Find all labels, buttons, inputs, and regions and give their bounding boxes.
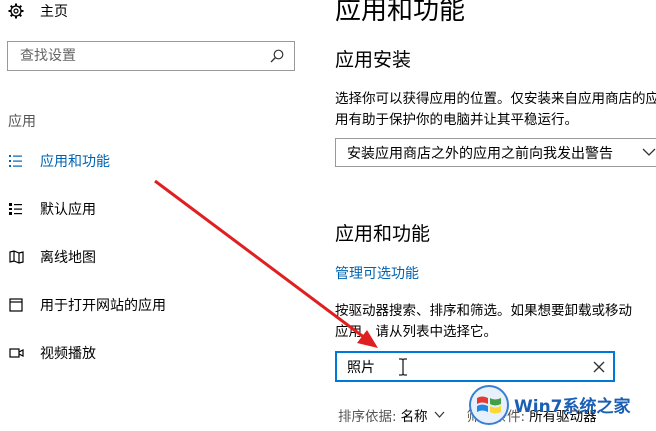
sort-dropdown[interactable]: 名称 bbox=[401, 405, 428, 425]
manage-optional-features-link[interactable]: 管理可选功能 bbox=[335, 263, 419, 283]
chevron-down-icon[interactable] bbox=[434, 411, 445, 419]
settings-search-box[interactable] bbox=[7, 41, 295, 71]
gear-icon bbox=[8, 3, 24, 19]
search-description-line1: 按驱动器搜索、排序和筛选。如果想要卸载或移动 bbox=[335, 303, 632, 319]
text-cursor-icon bbox=[399, 358, 407, 376]
sort-label: 排序依据: bbox=[338, 409, 397, 425]
list-icon bbox=[8, 153, 24, 169]
sidebar-item-default-apps[interactable]: 默认应用 bbox=[8, 197, 96, 221]
sidebar-item-video-playback[interactable]: 视频播放 bbox=[8, 341, 96, 365]
sidebar-section-label: 应用 bbox=[8, 114, 36, 130]
app-install-source-select[interactable]: 安装应用商店之外的应用之前向我发出警告 bbox=[335, 138, 656, 167]
windows-logo-icon bbox=[469, 384, 509, 425]
chevron-down-icon bbox=[642, 148, 656, 156]
watermark-logo: Win7系统之家 bbox=[468, 378, 656, 431]
app-install-description-line1: 选择你可以获得应用的位置。仅安装来自应用商店的应 bbox=[335, 91, 656, 107]
sidebar-item-apps-for-websites[interactable]: 用于打开网站的应用 bbox=[8, 293, 166, 317]
home-nav-item[interactable]: 主页 bbox=[8, 0, 68, 22]
map-icon bbox=[8, 249, 24, 265]
search-description-line2: 应用，请从列表中选择它。 bbox=[335, 324, 497, 340]
sidebar-item-apps-features[interactable]: 应用和功能 bbox=[8, 149, 110, 173]
sidebar-item-label: 视频播放 bbox=[40, 346, 96, 362]
sidebar-item-label: 用于打开网站的应用 bbox=[40, 298, 166, 314]
app-search-input[interactable] bbox=[347, 358, 567, 375]
default-apps-icon bbox=[8, 201, 24, 217]
sidebar-item-label: 离线地图 bbox=[40, 250, 96, 266]
web-apps-icon bbox=[8, 297, 24, 313]
sidebar-item-offline-maps[interactable]: 离线地图 bbox=[8, 245, 96, 269]
select-value: 安装应用商店之外的应用之前向我发出警告 bbox=[347, 145, 613, 162]
search-icon[interactable] bbox=[270, 49, 284, 63]
home-label: 主页 bbox=[40, 4, 68, 20]
settings-search-input[interactable] bbox=[20, 48, 250, 64]
sidebar-item-label: 应用和功能 bbox=[40, 154, 110, 170]
apps-features-heading: 应用和功能 bbox=[335, 223, 431, 245]
watermark-text: Win7系统之家 bbox=[514, 397, 631, 417]
sidebar-item-label: 默认应用 bbox=[40, 202, 96, 218]
app-install-heading: 应用安装 bbox=[335, 49, 412, 71]
close-icon[interactable] bbox=[593, 361, 605, 373]
page-title: 应用和功能 bbox=[335, 0, 466, 26]
video-icon bbox=[8, 345, 24, 361]
app-install-description-line2: 用有助于保护你的电脑并让其平稳运行。 bbox=[335, 112, 578, 128]
